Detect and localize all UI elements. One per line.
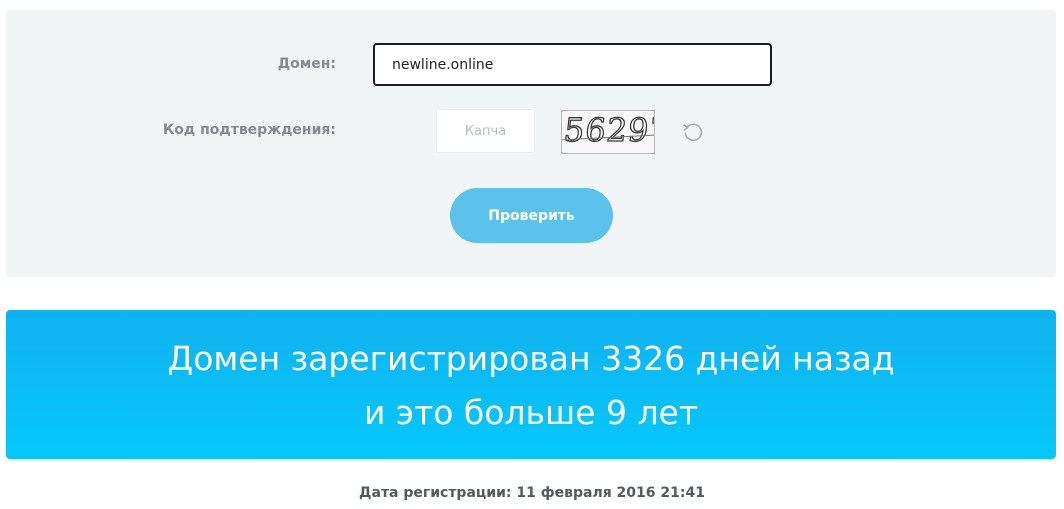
result-banner: Домен зарегистрирован 3326 дней назад и … xyxy=(6,310,1056,459)
refresh-icon[interactable] xyxy=(682,121,704,143)
registration-date: Дата регистрации: 11 февраля 2016 21:41 xyxy=(359,485,705,501)
domain-check-form: Домен: Код подтверждения: 56297 Проверит… xyxy=(6,10,1056,277)
result-age-text: Домен зарегистрирован 3326 дней назад xyxy=(167,339,895,378)
check-button[interactable]: Проверить xyxy=(450,188,613,243)
captcha-label: Код подтверждения: xyxy=(162,122,336,138)
captcha-image: 56297 xyxy=(561,110,655,154)
captcha-input[interactable] xyxy=(436,109,535,153)
domain-label: Домен: xyxy=(277,56,336,72)
captcha-image-text: 56297 xyxy=(562,111,655,150)
domain-input[interactable] xyxy=(373,43,772,86)
result-years-text: и это больше 9 лет xyxy=(363,393,699,432)
